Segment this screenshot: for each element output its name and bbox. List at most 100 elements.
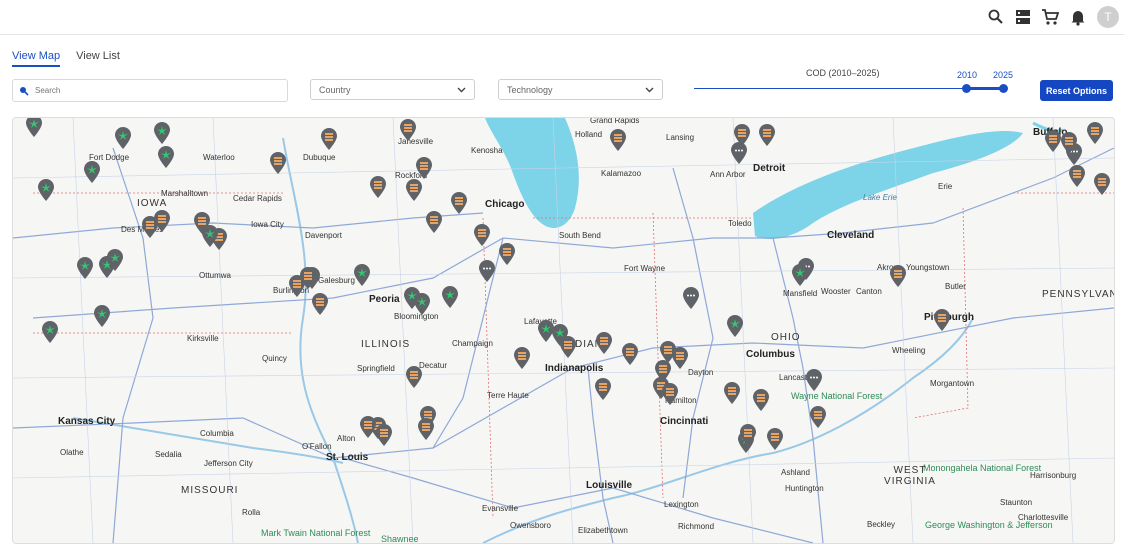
country-select[interactable]: Country bbox=[310, 79, 475, 100]
map-pin-factory[interactable] bbox=[153, 209, 171, 233]
map-pin-wind[interactable] bbox=[76, 256, 94, 280]
cod-max-value: 2025 bbox=[993, 70, 1014, 80]
reset-options-button[interactable]: Reset Options bbox=[1040, 80, 1113, 101]
map-pin-factory[interactable] bbox=[671, 346, 689, 370]
map-pin-wind[interactable] bbox=[153, 121, 171, 145]
map-pin-factory[interactable] bbox=[473, 223, 491, 247]
map-pin-wind[interactable] bbox=[37, 178, 55, 202]
map-pin-wind[interactable] bbox=[353, 263, 371, 287]
map-pin-icon bbox=[270, 152, 286, 174]
map-pin-wind[interactable] bbox=[106, 248, 124, 272]
map-pin-factory[interactable] bbox=[739, 423, 757, 447]
cart-icon[interactable] bbox=[1041, 8, 1059, 26]
map-pin-factory[interactable] bbox=[809, 405, 827, 429]
map-pin-factory[interactable] bbox=[311, 292, 329, 316]
map-canvas[interactable]: Fort Dodge Waterloo Dubuque Janesville K… bbox=[12, 117, 1115, 544]
map-pin-wind[interactable] bbox=[726, 314, 744, 338]
map-pin-icon bbox=[442, 286, 458, 308]
map-pin-factory[interactable] bbox=[299, 266, 317, 290]
map-city-label: Detroit bbox=[753, 163, 786, 174]
search-field-icon bbox=[20, 86, 29, 96]
map-pin-wind[interactable] bbox=[201, 224, 219, 248]
user-avatar[interactable]: T bbox=[1097, 6, 1119, 28]
map-pin-factory[interactable] bbox=[1068, 164, 1086, 188]
map-pin-factory[interactable] bbox=[621, 342, 639, 366]
map-pin-icon bbox=[1094, 173, 1110, 195]
map-pin-wind[interactable] bbox=[114, 126, 132, 150]
map-pin-factory[interactable] bbox=[609, 128, 627, 152]
map-pin-factory[interactable] bbox=[933, 308, 951, 332]
map-pin-factory[interactable] bbox=[450, 191, 468, 215]
map-pin-cluster[interactable] bbox=[805, 368, 823, 392]
map-pin-icon bbox=[202, 225, 218, 247]
search-input[interactable] bbox=[33, 85, 277, 96]
map-pin-factory[interactable] bbox=[405, 365, 423, 389]
map-pin-cluster[interactable] bbox=[478, 259, 496, 283]
map-pin-cluster[interactable] bbox=[682, 286, 700, 310]
map-pin-factory[interactable] bbox=[758, 123, 776, 147]
map-pin-cluster[interactable] bbox=[730, 141, 748, 165]
map-pin-factory[interactable] bbox=[559, 335, 577, 359]
map-label: Canton bbox=[856, 287, 882, 296]
map-pin-wind[interactable] bbox=[413, 292, 431, 316]
map-label: Kenosha bbox=[471, 146, 503, 155]
map-pin-wind[interactable] bbox=[83, 160, 101, 184]
search-icon[interactable] bbox=[987, 8, 1005, 26]
map-pin-factory[interactable] bbox=[752, 388, 770, 412]
map-pin-factory[interactable] bbox=[399, 118, 417, 142]
map-pin-wind[interactable] bbox=[157, 145, 175, 169]
map-city-label: Cincinnati bbox=[660, 416, 709, 427]
map-pin-icon bbox=[406, 366, 422, 388]
technology-select[interactable]: Technology bbox=[498, 79, 663, 100]
bell-icon[interactable] bbox=[1069, 8, 1087, 26]
map-label: Rolla bbox=[242, 508, 261, 517]
map-label: Olathe bbox=[60, 448, 84, 457]
map-city-label: Chicago bbox=[485, 199, 525, 210]
map-pin-icon bbox=[810, 406, 826, 428]
map-pin-factory[interactable] bbox=[269, 151, 287, 175]
map-pin-factory[interactable] bbox=[594, 377, 612, 401]
cod-min-value: 2010 bbox=[957, 70, 978, 80]
map-pin-factory[interactable] bbox=[425, 210, 443, 234]
map-pin-wind[interactable] bbox=[441, 285, 459, 309]
map-pin-icon bbox=[1069, 165, 1085, 187]
tab-view-map[interactable]: View Map bbox=[12, 50, 61, 67]
map-pin-factory[interactable] bbox=[1060, 131, 1078, 155]
map-pin-factory[interactable] bbox=[1086, 121, 1104, 145]
map-pin-factory[interactable] bbox=[417, 417, 435, 441]
cod-max-handle[interactable] bbox=[999, 84, 1008, 93]
map-label: Lake Erie bbox=[863, 193, 897, 202]
map-pin-factory[interactable] bbox=[498, 242, 516, 266]
map-pin-factory[interactable] bbox=[1093, 172, 1111, 196]
tab-view-list[interactable]: View List bbox=[76, 50, 120, 67]
map-pin-factory[interactable] bbox=[369, 175, 387, 199]
map-pin-factory[interactable] bbox=[415, 156, 433, 180]
map-pin-factory[interactable] bbox=[723, 381, 741, 405]
map-pin-factory[interactable] bbox=[513, 346, 531, 370]
map-label: Ann Arbor bbox=[710, 170, 746, 179]
map-pin-icon bbox=[560, 336, 576, 358]
cod-slider-track[interactable] bbox=[694, 88, 1004, 89]
search-box[interactable] bbox=[12, 79, 288, 102]
map-pin-wind[interactable] bbox=[791, 263, 809, 287]
map-pin-icon bbox=[731, 142, 747, 164]
map-pin-factory[interactable] bbox=[320, 127, 338, 151]
map-pin-wind[interactable] bbox=[41, 320, 59, 344]
map-pin-factory[interactable] bbox=[375, 423, 393, 447]
map-pin-factory[interactable] bbox=[359, 415, 377, 439]
map-pin-factory[interactable] bbox=[405, 178, 423, 202]
map-pin-icon bbox=[154, 210, 170, 232]
map-pin-icon bbox=[115, 127, 131, 149]
map-label: George Washington & Jefferson bbox=[925, 520, 1053, 530]
map-label: Peoria bbox=[369, 294, 400, 305]
map-pin-factory[interactable] bbox=[766, 427, 784, 451]
server-icon[interactable] bbox=[1014, 8, 1032, 26]
map-pin-wind[interactable] bbox=[25, 118, 43, 138]
map-pin-wind[interactable] bbox=[93, 304, 111, 328]
map-label: Elizabethtown bbox=[578, 526, 628, 535]
cod-min-handle[interactable] bbox=[962, 84, 971, 93]
map-pin-factory[interactable] bbox=[889, 264, 907, 288]
map-pin-factory[interactable] bbox=[595, 331, 613, 355]
map-label: Alton bbox=[337, 434, 356, 443]
map-pin-factory[interactable] bbox=[661, 382, 679, 406]
